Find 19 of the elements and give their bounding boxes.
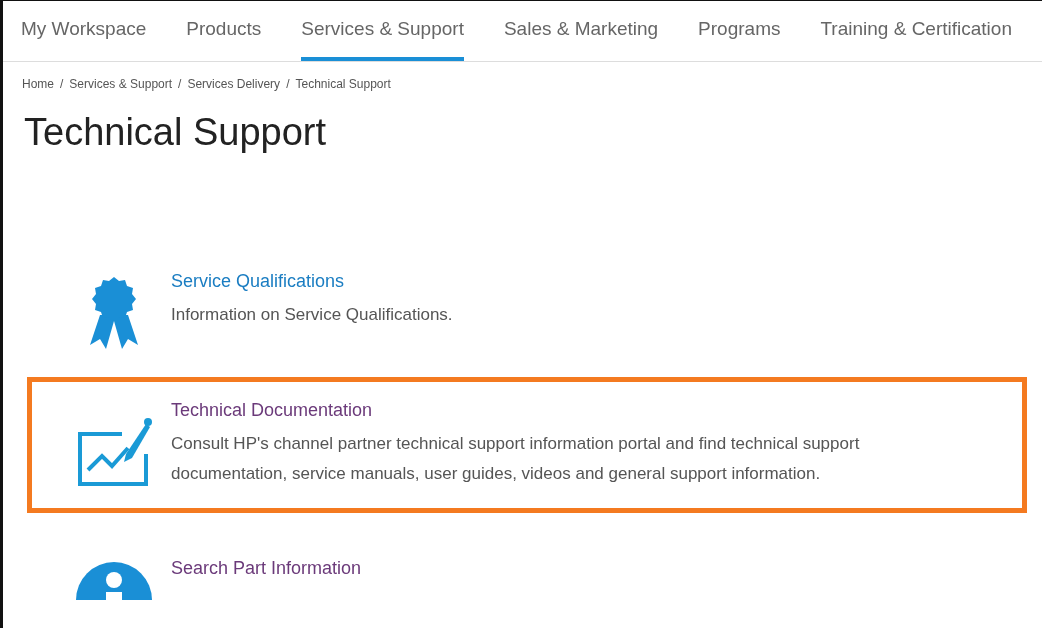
service-description: Consult HP's channel partner technical support information portal and find technical support documentation, service manuals, user guides, videos and general support information.: [171, 433, 861, 485]
breadcrumb-link[interactable]: Services & Support: [69, 77, 173, 91]
breadcrumb-link[interactable]: Services Delivery: [187, 77, 281, 91]
nav-tab[interactable]: Sales & Marketing: [503, 1, 659, 61]
nav-tab[interactable]: Training & Certification: [820, 1, 1012, 61]
breadcrumb-separator: /: [178, 77, 182, 91]
nav-tab[interactable]: Services & Support: [301, 1, 464, 61]
breadcrumb-link[interactable]: Technical Support: [295, 77, 391, 91]
service-link[interactable]: Technical Documentation: [171, 400, 941, 421]
nav-tab[interactable]: My Workspace: [21, 1, 147, 61]
service-description: Information on Service Qualifications.: [171, 304, 454, 326]
nav-tab[interactable]: Products: [186, 1, 262, 61]
breadcrumb-separator: /: [286, 77, 290, 91]
breadcrumb-link[interactable]: Home: [22, 77, 54, 91]
page-title: Technical Support: [24, 111, 328, 154]
service-link[interactable]: Search Part Information: [171, 558, 362, 579]
nav-tab[interactable]: Programs: [698, 1, 781, 61]
breadcrumb-separator: /: [60, 77, 64, 91]
service-link[interactable]: Service Qualifications: [171, 271, 941, 292]
